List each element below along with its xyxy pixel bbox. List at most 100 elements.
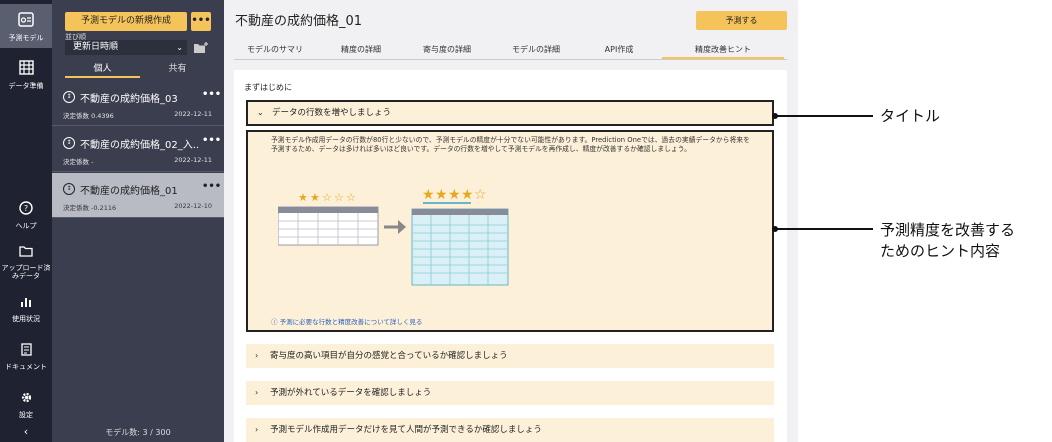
sort-select[interactable]: 更新日時順 ⌄	[65, 40, 187, 55]
model-type-icon: ↕	[63, 91, 75, 103]
model-date: 2022-12-11	[174, 110, 212, 118]
chevron-right-icon: ›	[255, 388, 259, 397]
stars-before: ★ ★ ☆ ☆ ☆	[298, 191, 356, 204]
model-list-item-selected[interactable]: ↕ 不動産の成約価格_01 ••• 決定係数 -0.2116 2022-12-1…	[52, 173, 224, 218]
star-filled-icon: ★	[448, 187, 461, 203]
accordion-row-errors[interactable]: › 予測が外れているデータを確認しましょう	[246, 381, 774, 405]
sort-value: 更新日時順	[73, 42, 119, 52]
predict-button[interactable]: 予測する	[696, 11, 787, 30]
model-count: モデル数: 3 / 300	[105, 428, 171, 437]
folder-icon	[0, 245, 52, 261]
model-name: 不動産の成約価格_03	[80, 94, 178, 105]
illustration: ★ ★ ☆ ☆ ☆ ★ ★ ★ ★ ☆	[278, 187, 509, 286]
accordion-row-human[interactable]: › 予測モデル作成用データだけを見て人間が予測できるか確認しましょう	[246, 418, 774, 442]
callout-hint-line1: 予測精度を改善する	[880, 221, 1016, 239]
chevron-down-icon: ⌄	[176, 43, 183, 52]
item-more-button[interactable]: •••	[202, 135, 221, 146]
table-small	[278, 206, 379, 246]
accordion-title: 寄与度の高い項目が自分の感覚と合っているか確認しましょう	[270, 351, 508, 361]
gear-icon	[0, 391, 52, 408]
model-list-panel: 予測モデルの新規作成 ••• 並び順 更新日時順 ⌄ 個人 共有 ↕ 不動産の成…	[52, 0, 224, 442]
callout-line	[775, 115, 873, 117]
rail-label: ヘルプ	[15, 222, 37, 230]
rail-label: 予測モデル	[8, 34, 44, 42]
model-score: 決定係数 -	[63, 158, 94, 166]
help-icon: ?	[0, 201, 52, 219]
model-score: 決定係数 0.4396	[63, 112, 114, 120]
star-filled-icon: ★	[422, 187, 435, 203]
active-tab-indicator	[662, 57, 784, 59]
accordion-title: データの行数を増やしましょう	[272, 108, 392, 118]
model-name: 不動産の成約価格_01	[80, 186, 178, 197]
chevron-right-icon: ›	[255, 351, 259, 360]
data-icon	[0, 60, 52, 79]
model-list-item[interactable]: ↕ 不動産の成約価格_02_入... ••• 決定係数 - 2022-12-11	[52, 127, 224, 172]
rail-item-docs[interactable]: ドキュメント	[0, 343, 52, 371]
add-folder-icon[interactable]	[193, 41, 209, 57]
svg-text:?: ?	[24, 204, 28, 213]
app: 予測モデル データ準備 ? ヘルプ アップロード済みデータ 使用状況 ドキュメン…	[0, 0, 1052, 442]
accordion-title: 予測が外れているデータを確認しましょう	[270, 388, 432, 398]
item-more-button[interactable]: •••	[202, 89, 221, 100]
page-title: 不動産の成約価格_01	[235, 14, 363, 29]
tab-api[interactable]: API作成	[586, 44, 652, 55]
model-icon	[0, 12, 52, 31]
tab-summary[interactable]: モデルのサマリ	[238, 44, 312, 55]
learn-more-link[interactable]: ⓘ 予測に必要な行数と精度改善について詳しく見る	[271, 316, 422, 326]
callout-hint-line2: ためのヒント内容	[880, 242, 1001, 260]
chevron-right-icon: ›	[255, 425, 259, 434]
model-score: 決定係数 -0.2116	[63, 204, 117, 212]
accordion-title: 予測モデル作成用データだけを見て人間が予測できるか確認しましょう	[270, 425, 542, 435]
rail-item-data[interactable]: データ準備	[0, 60, 52, 94]
star-empty-icon: ☆	[334, 191, 344, 204]
help-circle-icon: ⓘ	[271, 318, 278, 326]
hint-text: 予測モデル作成用データの行数が80行と少ないので、予測モデルの精度が十分でない可…	[271, 136, 750, 153]
model-type-icon: ↕	[63, 183, 75, 195]
tab-personal[interactable]: 個人	[65, 62, 140, 78]
main-panel: 不動産の成約価格_01 予測する モデルのサマリ 精度の詳細 寄与度の詳細 モデ…	[224, 0, 798, 442]
tab-shared[interactable]: 共有	[140, 62, 215, 78]
new-model-button[interactable]: 予測モデルの新規作成	[65, 12, 187, 31]
callout-title: タイトル	[880, 107, 941, 125]
rail-item-models[interactable]: 予測モデル	[0, 4, 52, 48]
tabs-divider	[234, 59, 787, 60]
chevron-down-icon: ⌄	[257, 108, 264, 117]
tab-accuracy[interactable]: 精度の詳細	[324, 44, 398, 55]
hints-content: まずはじめに ⌄ データの行数を増やしましょう 予測モデル作成用データの行数が8…	[234, 70, 787, 442]
accordion-row-increase[interactable]: ⌄ データの行数を増やしましょう	[246, 100, 774, 126]
star-filled-icon: ★	[298, 191, 308, 204]
rail-label: アップロード済みデータ	[1, 264, 51, 280]
model-date: 2022-12-10	[174, 202, 212, 210]
model-name: 不動産の成約価格_02_入...	[80, 140, 198, 151]
accordion-row-contribution[interactable]: › 寄与度の高い項目が自分の感覚と合っているか確認しましょう	[246, 344, 774, 368]
tab-contribution[interactable]: 寄与度の詳細	[410, 44, 484, 55]
tab-model-detail[interactable]: モデルの詳細	[496, 44, 576, 55]
rail-label: データ準備	[8, 82, 44, 90]
rail-label: ドキュメント	[5, 363, 47, 371]
hint-panel: 予測モデル作成用データの行数が80行と少ないので、予測モデルの精度が十分でない可…	[246, 130, 774, 332]
item-more-button[interactable]: •••	[202, 181, 221, 192]
nav-rail: 予測モデル データ準備 ? ヘルプ アップロード済みデータ 使用状況 ドキュメン…	[0, 0, 52, 442]
usage-icon	[0, 296, 52, 312]
rail-label: 使用状況	[12, 315, 40, 323]
star-empty-icon: ☆	[474, 187, 487, 203]
star-empty-icon: ☆	[346, 191, 356, 204]
tab-hints[interactable]: 精度改善ヒント	[662, 44, 784, 55]
more-menu-button[interactable]: •••	[191, 12, 211, 31]
model-type-icon: ↕	[63, 137, 75, 149]
star-empty-icon: ☆	[322, 191, 332, 204]
intro-heading: まずはじめに	[244, 83, 292, 92]
collapse-button[interactable]: ‹	[0, 425, 52, 439]
rail-item-uploads[interactable]: アップロード済みデータ	[0, 245, 52, 280]
callout-line	[775, 228, 873, 230]
rail-item-settings[interactable]: 設定	[0, 391, 52, 419]
rail-item-help[interactable]: ? ヘルプ	[0, 201, 52, 230]
table-large	[411, 208, 509, 286]
star-filled-icon: ★	[435, 187, 448, 203]
rail-item-usage[interactable]: 使用状況	[0, 296, 52, 323]
star-filled-icon: ★	[461, 187, 474, 203]
model-list-item[interactable]: ↕ 不動産の成約価格_03 ••• 決定係数 0.4396 2022-12-11	[52, 81, 224, 126]
document-icon	[0, 343, 52, 360]
rail-label: 設定	[19, 411, 33, 419]
model-date: 2022-12-11	[174, 156, 212, 164]
